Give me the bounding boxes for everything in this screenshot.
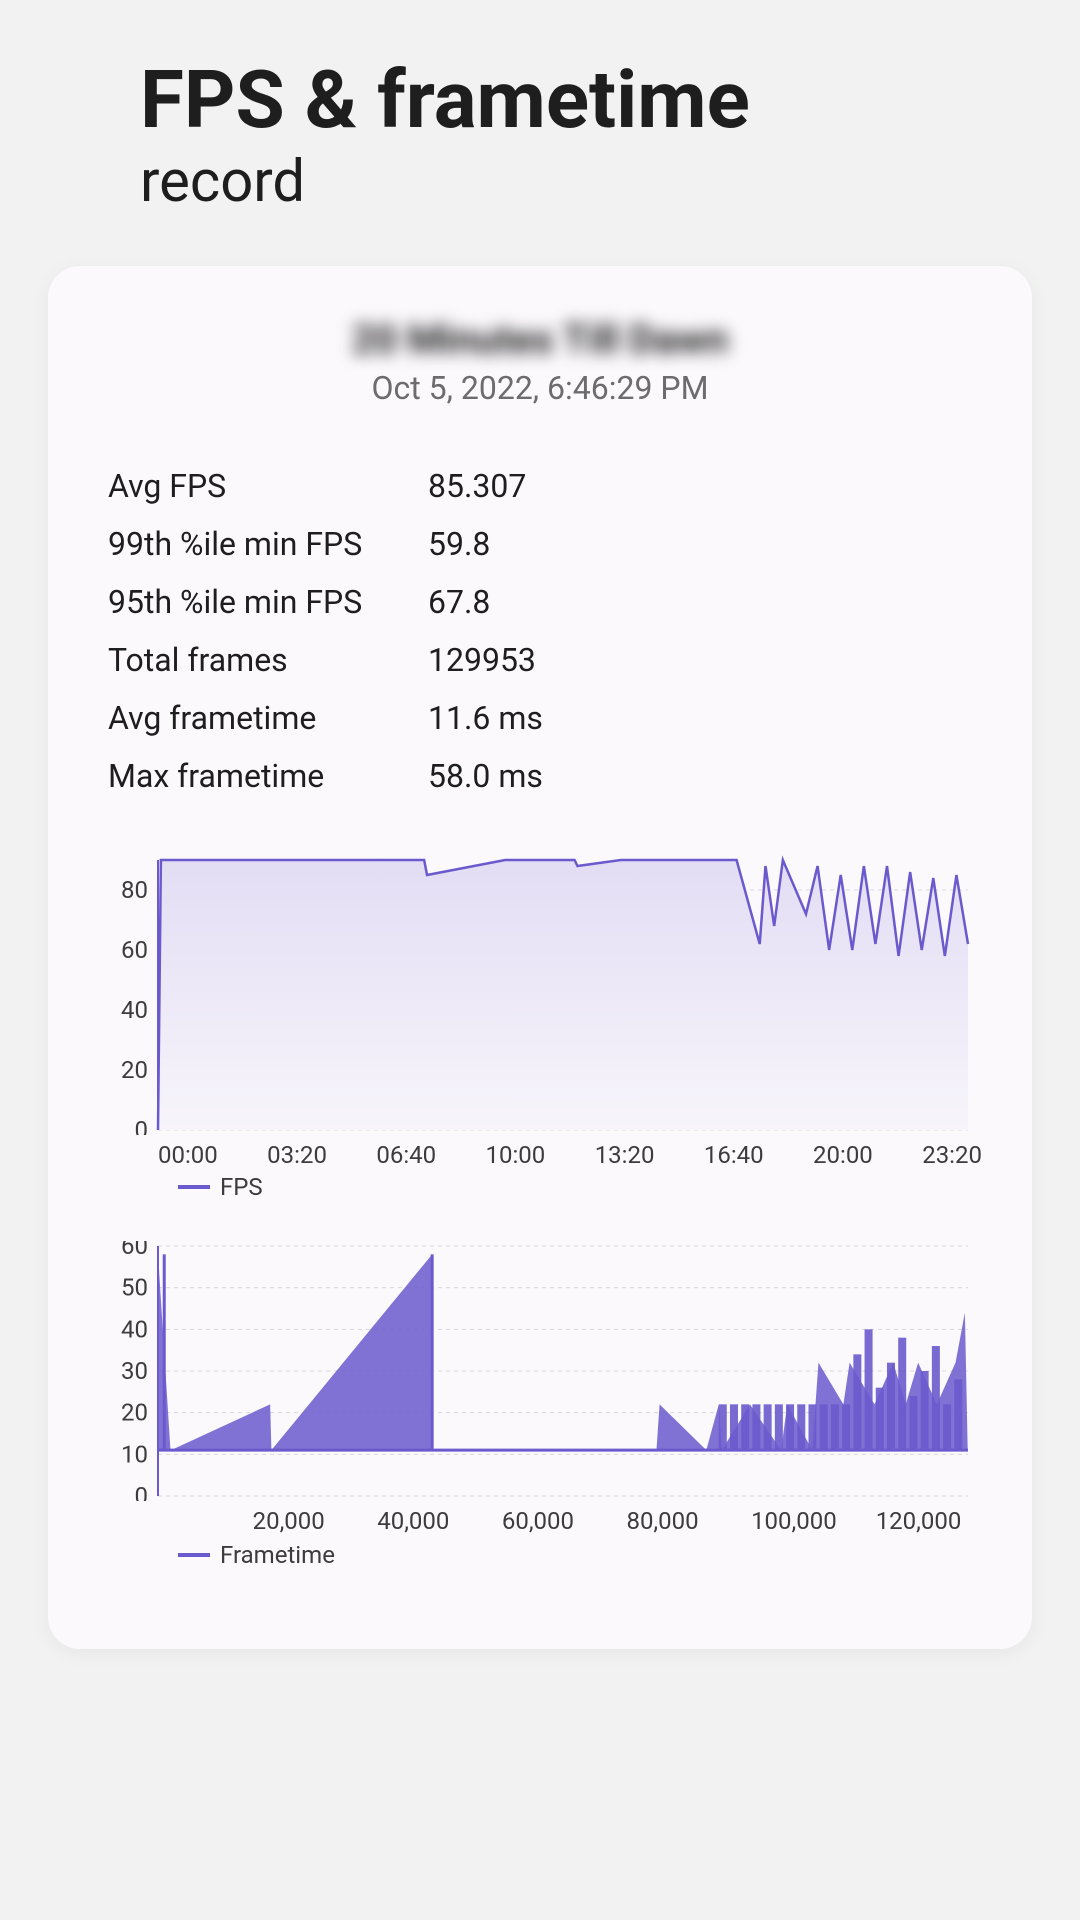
x-tick: 13:20 [595, 1141, 655, 1169]
svg-text:30: 30 [121, 1357, 148, 1385]
stat-value-p95: 67.8 [428, 583, 972, 621]
x-tick: 40,000 [377, 1507, 449, 1535]
svg-text:80: 80 [121, 876, 148, 904]
session-timestamp: Oct 5, 2022, 6:46:29 PM [98, 369, 982, 407]
legend-swatch-frametime [178, 1553, 210, 1557]
stat-value-avg-fps: 85.307 [428, 467, 972, 505]
x-tick: 20:00 [813, 1141, 873, 1169]
x-tick: 20,000 [253, 1507, 325, 1535]
frametime-chart-svg: 0 10 20 30 40 50 60 [98, 1241, 978, 1501]
svg-text:60: 60 [121, 1241, 148, 1260]
stat-value-p99: 59.8 [428, 525, 972, 563]
stats-grid: Avg FPS 85.307 99th %ile min FPS 59.8 95… [108, 467, 972, 795]
x-tick: 06:40 [376, 1141, 436, 1169]
svg-text:10: 10 [121, 1440, 148, 1468]
stat-label-total-frames: Total frames [108, 641, 428, 679]
svg-text:0: 0 [135, 1116, 149, 1135]
record-card: 20 Minutes Till Dawn Oct 5, 2022, 6:46:2… [48, 266, 1032, 1649]
frametime-chart: 0 10 20 30 40 50 60 20,000 40,000 60,000 80,000 10… [98, 1241, 982, 1569]
x-tick: 80,000 [626, 1507, 698, 1535]
svg-text:20: 20 [121, 1399, 148, 1427]
stat-label-avg-fps: Avg FPS [108, 467, 428, 505]
stat-label-max-frametime: Max frametime [108, 757, 428, 795]
svg-text:50: 50 [121, 1274, 148, 1302]
x-tick: 03:20 [267, 1141, 327, 1169]
x-tick: 16:40 [704, 1141, 764, 1169]
stat-value-total-frames: 129953 [428, 641, 972, 679]
stat-label-avg-frametime: Avg frametime [108, 699, 428, 737]
svg-text:60: 60 [121, 936, 148, 964]
svg-text:40: 40 [121, 996, 148, 1024]
legend-label-frametime: Frametime [220, 1541, 335, 1569]
page-header: FPS & frametime record [0, 0, 1080, 246]
x-tick: 60,000 [502, 1507, 574, 1535]
stat-label-p99: 99th %ile min FPS [108, 525, 428, 563]
svg-text:20: 20 [121, 1056, 148, 1084]
session-title-blurred: 20 Minutes Till Dawn [98, 316, 982, 363]
stat-value-avg-frametime: 11.6 ms [428, 699, 972, 737]
stat-label-p95: 95th %ile min FPS [108, 583, 428, 621]
x-tick: 23:20 [922, 1141, 982, 1169]
page-title: FPS & frametime [140, 60, 1080, 140]
x-tick: 00:00 [158, 1141, 218, 1169]
legend-label-fps: FPS [220, 1173, 263, 1201]
stat-value-max-frametime: 58.0 ms [428, 757, 972, 795]
fps-chart-svg: 0 20 40 60 80 [98, 855, 978, 1135]
x-tick: 120,000 [876, 1507, 962, 1535]
frametime-legend: Frametime [178, 1541, 982, 1569]
x-tick: 10:00 [486, 1141, 546, 1169]
fps-legend: FPS [178, 1173, 982, 1201]
fps-chart: 0 20 40 60 80 00:00 03:20 06:40 10:00 13:20 16:40… [98, 855, 982, 1201]
svg-text:0: 0 [135, 1482, 149, 1501]
frametime-x-axis: 20,000 40,000 60,000 80,000 100,000 120,000 [158, 1507, 982, 1537]
legend-swatch-fps [178, 1185, 210, 1189]
x-tick: 100,000 [751, 1507, 837, 1535]
page-subtitle: record [140, 148, 1080, 216]
svg-text:40: 40 [121, 1315, 148, 1343]
fps-x-axis: 00:00 03:20 06:40 10:00 13:20 16:40 20:00 23:20 [158, 1141, 982, 1169]
